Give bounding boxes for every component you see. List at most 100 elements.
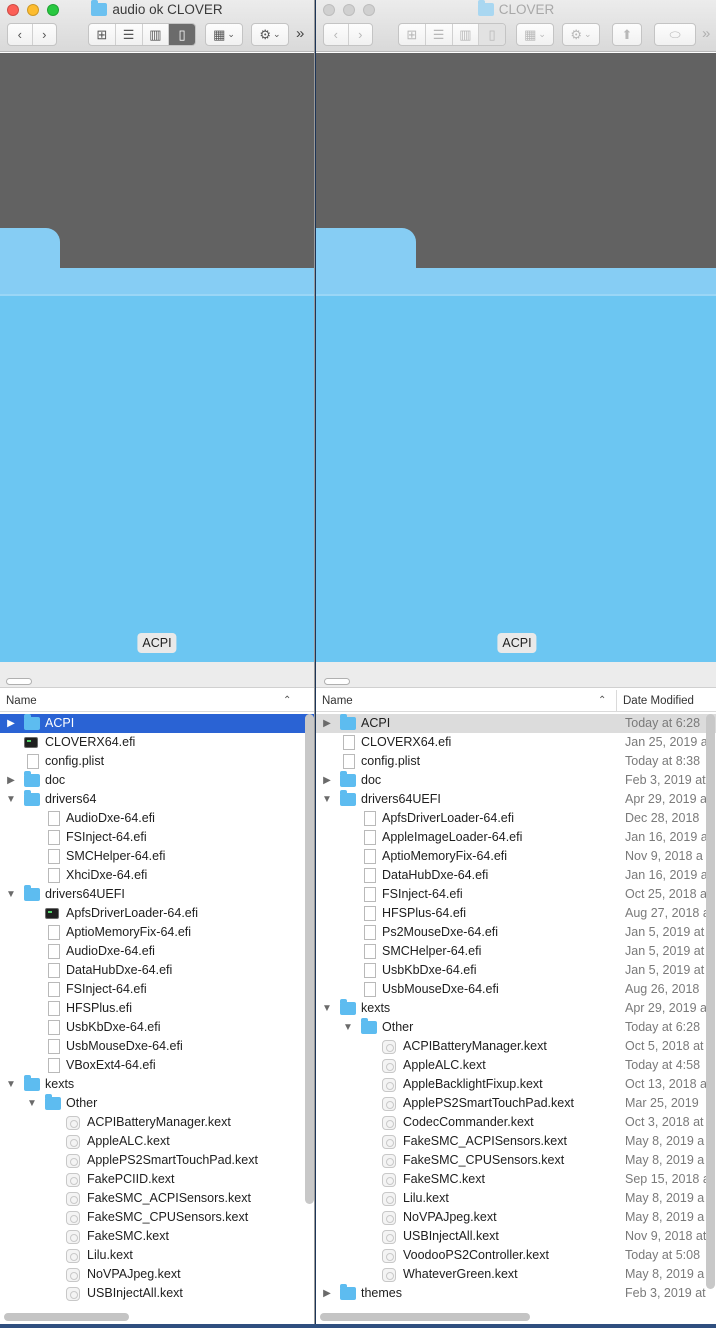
file-row[interactable]: FakeSMC.kext Sep 15, 2018 a — [316, 1170, 716, 1189]
name-column-header[interactable]: Name — [0, 690, 298, 712]
back-button[interactable]: ‹ — [324, 24, 349, 45]
column-view-icon[interactable]: ▥ — [143, 24, 170, 45]
file-row[interactable]: AudioDxe-64.efi — [0, 809, 314, 828]
file-row[interactable]: CLOVERX64.efi — [0, 733, 314, 752]
file-row[interactable]: SMCHelper-64.efi Jan 5, 2019 at — [316, 942, 716, 961]
file-row[interactable]: FakeSMC_ACPISensors.kext — [0, 1189, 314, 1208]
forward-button[interactable]: › — [33, 24, 57, 45]
disclosure-collapsed-icon[interactable]: ▶ — [5, 771, 17, 790]
file-row[interactable]: Lilu.kext May 8, 2019 a — [316, 1189, 716, 1208]
file-row[interactable]: UsbMouseDxe-64.efi Aug 26, 2018 — [316, 980, 716, 999]
file-row[interactable]: ApplePS2SmartTouchPad.kext — [0, 1151, 314, 1170]
disclosure-expanded-icon[interactable]: ▼ — [342, 1018, 354, 1037]
icon-view-icon[interactable]: ⊞ — [399, 24, 426, 45]
name-column-header[interactable]: Name — [316, 690, 616, 712]
tags-button[interactable]: ⬭ — [654, 23, 696, 46]
disclosure-expanded-icon[interactable]: ▼ — [321, 999, 333, 1018]
file-row[interactable]: AptioMemoryFix-64.efi — [0, 923, 314, 942]
file-row[interactable]: HFSPlus.efi — [0, 999, 314, 1018]
file-row[interactable]: AppleALC.kext Today at 4:58 — [316, 1056, 716, 1075]
file-row[interactable]: AppleBacklightFixup.kext Oct 13, 2018 a — [316, 1075, 716, 1094]
folder-row[interactable]: ▶ ACPI — [0, 714, 314, 733]
arrange-button[interactable]: ▦ ⌄ — [516, 23, 554, 46]
file-row[interactable]: AudioDxe-64.efi — [0, 942, 314, 961]
file-row[interactable]: FakeSMC.kext — [0, 1227, 314, 1246]
folder-row[interactable]: ▼ drivers64 — [0, 790, 314, 809]
file-row[interactable]: AppleImageLoader-64.efi Jan 16, 2019 a — [316, 828, 716, 847]
action-button[interactable]: ⚙ ⌄ — [562, 23, 600, 46]
coverflow-view-icon[interactable]: ▯ — [479, 24, 505, 45]
file-row[interactable]: SMCHelper-64.efi — [0, 847, 314, 866]
folder-row[interactable]: ▶ doc Feb 3, 2019 at — [316, 771, 716, 790]
forward-button[interactable]: › — [349, 24, 373, 45]
file-row[interactable]: VBoxExt4-64.efi — [0, 1056, 314, 1075]
folder-row[interactable]: ▼ drivers64UEFI Apr 29, 2019 a — [316, 790, 716, 809]
arrange-button[interactable]: ▦ ⌄ — [205, 23, 243, 46]
coverflow-view-icon[interactable]: ▯ — [169, 24, 195, 45]
disclosure-expanded-icon[interactable]: ▼ — [5, 885, 17, 904]
file-row[interactable]: CLOVERX64.efi Jan 25, 2019 a — [316, 733, 716, 752]
icon-view-icon[interactable]: ⊞ — [89, 24, 116, 45]
disclosure-collapsed-icon[interactable]: ▶ — [5, 714, 17, 733]
folder-row[interactable]: ▶ ACPI Today at 6:28 — [316, 714, 716, 733]
folder-row[interactable]: ▼ Other — [0, 1094, 314, 1113]
file-row[interactable]: FSInject-64.efi — [0, 980, 314, 999]
disclosure-expanded-icon[interactable]: ▼ — [321, 790, 333, 809]
file-row[interactable]: USBInjectAll.kext — [0, 1284, 314, 1303]
file-row[interactable]: VoodooPS2Controller.kext Today at 5:08 — [316, 1246, 716, 1265]
back-button[interactable]: ‹ — [8, 24, 33, 45]
coverflow-scrollbar[interactable] — [0, 662, 314, 688]
file-row[interactable]: Lilu.kext — [0, 1246, 314, 1265]
share-button[interactable]: ⬆ — [612, 23, 642, 46]
file-row[interactable]: HFSPlus-64.efi Aug 27, 2018 a — [316, 904, 716, 923]
column-view-icon[interactable]: ▥ — [453, 24, 480, 45]
date-modified-column-header[interactable]: Date Modified — [616, 690, 716, 712]
file-row[interactable]: UsbKbDxe-64.efi Jan 5, 2019 at — [316, 961, 716, 980]
vertical-scrollbar[interactable] — [305, 714, 314, 1204]
file-row[interactable]: WhateverGreen.kext May 8, 2019 a — [316, 1265, 716, 1284]
coverflow-area[interactable]: ACPI — [0, 53, 314, 662]
file-row[interactable]: FakeSMC_ACPISensors.kext May 8, 2019 a — [316, 1132, 716, 1151]
action-button[interactable]: ⚙ ⌄ — [251, 23, 289, 46]
file-row[interactable]: UsbMouseDxe-64.efi — [0, 1037, 314, 1056]
file-row[interactable]: USBInjectAll.kext Nov 9, 2018 at — [316, 1227, 716, 1246]
vertical-scrollbar[interactable] — [706, 714, 715, 1289]
coverflow-scroll-knob[interactable] — [6, 678, 32, 685]
folder-row[interactable]: ▶ doc — [0, 771, 314, 790]
file-row[interactable]: FSInject-64.efi Oct 25, 2018 a — [316, 885, 716, 904]
folder-row[interactable]: ▼ kexts Apr 29, 2019 a — [316, 999, 716, 1018]
file-row[interactable]: FakeSMC_CPUSensors.kext — [0, 1208, 314, 1227]
file-row[interactable]: AppleALC.kext — [0, 1132, 314, 1151]
file-row[interactable]: ApplePS2SmartTouchPad.kext Mar 25, 2019 — [316, 1094, 716, 1113]
file-row[interactable]: ACPIBatteryManager.kext — [0, 1113, 314, 1132]
toolbar-overflow-icon[interactable]: » — [296, 25, 304, 42]
file-row[interactable]: ApfsDriverLoader-64.efi — [0, 904, 314, 923]
disclosure-collapsed-icon[interactable]: ▶ — [321, 714, 333, 733]
file-row[interactable]: DataHubDxe-64.efi — [0, 961, 314, 980]
file-row[interactable]: NoVPAJpeg.kext May 8, 2019 a — [316, 1208, 716, 1227]
disclosure-expanded-icon[interactable]: ▼ — [5, 790, 17, 809]
file-row[interactable]: NoVPAJpeg.kext — [0, 1265, 314, 1284]
disclosure-collapsed-icon[interactable]: ▶ — [321, 1284, 333, 1303]
folder-row[interactable]: ▼ Other Today at 6:28 — [316, 1018, 716, 1037]
file-row[interactable]: ACPIBatteryManager.kext Oct 5, 2018 at — [316, 1037, 716, 1056]
coverflow-scroll-knob[interactable] — [324, 678, 350, 685]
file-row[interactable]: config.plist — [0, 752, 314, 771]
file-row[interactable]: Ps2MouseDxe-64.efi Jan 5, 2019 at — [316, 923, 716, 942]
file-row[interactable]: FSInject-64.efi — [0, 828, 314, 847]
file-row[interactable]: FakePCIID.kext — [0, 1170, 314, 1189]
file-row[interactable]: XhciDxe-64.efi — [0, 866, 314, 885]
coverflow-scrollbar[interactable] — [316, 662, 716, 688]
disclosure-collapsed-icon[interactable]: ▶ — [321, 771, 333, 790]
file-row[interactable]: ApfsDriverLoader-64.efi Dec 28, 2018 — [316, 809, 716, 828]
folder-row[interactable]: ▶ themes Feb 3, 2019 at — [316, 1284, 716, 1303]
horizontal-scrollbar[interactable] — [4, 1313, 129, 1321]
file-row[interactable]: UsbKbDxe-64.efi — [0, 1018, 314, 1037]
file-row[interactable]: FakeSMC_CPUSensors.kext May 8, 2019 a — [316, 1151, 716, 1170]
disclosure-expanded-icon[interactable]: ▼ — [5, 1075, 17, 1094]
file-row[interactable]: CodecCommander.kext Oct 3, 2018 at — [316, 1113, 716, 1132]
file-row[interactable]: DataHubDxe-64.efi Jan 16, 2019 a — [316, 866, 716, 885]
toolbar-overflow-icon[interactable]: » — [702, 25, 710, 42]
folder-row[interactable]: ▼ drivers64UEFI — [0, 885, 314, 904]
list-view-icon[interactable]: ☰ — [426, 24, 453, 45]
